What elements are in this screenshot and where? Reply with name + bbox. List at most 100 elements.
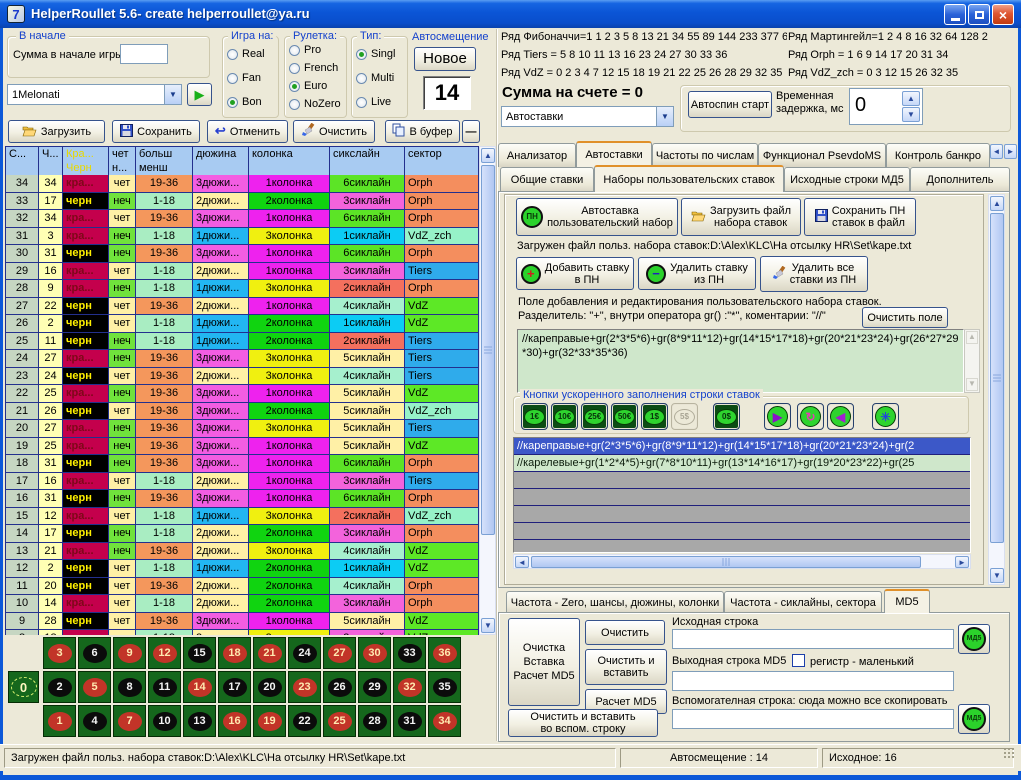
tab-3[interactable]: Частоты по числам <box>652 143 758 167</box>
table-cell[interactable]: черн <box>63 578 109 596</box>
table-cell[interactable]: Tiers <box>405 333 479 351</box>
table-cell[interactable]: чет <box>109 315 136 333</box>
table-cell[interactable]: VdZ_zch <box>405 508 479 526</box>
table-cell[interactable]: 1-18 <box>136 560 193 578</box>
table-cell[interactable]: 34 <box>6 175 39 193</box>
table-cell[interactable]: Orph <box>405 193 479 211</box>
money-button-1$[interactable]: 1$ <box>641 403 668 430</box>
resize-grip[interactable] <box>1003 747 1015 759</box>
table-cell[interactable]: 2 <box>39 315 63 333</box>
table-cell[interactable]: 4сиклайн <box>330 298 405 316</box>
table-cell[interactable]: 34 <box>39 210 63 228</box>
table-cell[interactable]: 1дюжи... <box>193 228 249 246</box>
table-cell[interactable]: кра... <box>63 595 109 613</box>
table-cell[interactable]: 2дюжи... <box>193 543 249 561</box>
table-cell[interactable]: 3сиклайн <box>330 595 405 613</box>
table-cell[interactable]: Orph <box>405 455 479 473</box>
toolbar-button-4[interactable]: Очистить <box>293 120 375 143</box>
save-set-file-button[interactable]: Сохранить ПНставок в файл <box>804 198 916 236</box>
table-cell[interactable]: 2дюжи... <box>193 368 249 386</box>
money-button-25€[interactable]: 25€ <box>581 403 608 430</box>
table-cell[interactable]: 12 <box>39 508 63 526</box>
roulette-number-cell[interactable]: 33 <box>393 637 426 669</box>
table-cell[interactable]: 1дюжи... <box>193 333 249 351</box>
table-cell[interactable]: 3дюжи... <box>193 455 249 473</box>
column-header[interactable] <box>6 161 39 175</box>
table-cell[interactable]: 3дюжи... <box>193 403 249 421</box>
calc-md5-aux-icon-button[interactable]: МД5 <box>958 704 990 734</box>
table-cell[interactable]: 25 <box>6 333 39 351</box>
tab-4[interactable]: Функционал PsevdoMS <box>758 143 886 167</box>
table-cell[interactable]: черн <box>63 490 109 508</box>
table-cell[interactable]: 5сиклайн <box>330 438 405 456</box>
table-cell[interactable]: неч <box>109 333 136 351</box>
calc-md5-icon-button[interactable]: МД5 <box>958 624 990 654</box>
table-cell[interactable]: кра... <box>63 473 109 491</box>
table-cell[interactable]: 3 <box>39 228 63 246</box>
table-cell[interactable]: чет <box>109 403 136 421</box>
roulette-number-cell[interactable]: 18 <box>218 637 251 669</box>
table-cell[interactable]: VdZ <box>405 385 479 403</box>
roulette-number-cell[interactable]: 17 <box>218 671 251 703</box>
table-cell[interactable]: 27 <box>6 298 39 316</box>
run-preset-button[interactable]: ▶ <box>187 83 212 106</box>
table-cell[interactable]: 1дюжи... <box>193 508 249 526</box>
table-cell[interactable]: 15 <box>6 508 39 526</box>
table-cell[interactable]: 27 <box>39 350 63 368</box>
table-cell[interactable]: черн <box>63 613 109 631</box>
table-cell[interactable]: кра... <box>63 228 109 246</box>
table-cell[interactable]: 3сиклайн <box>330 193 405 211</box>
tab-1[interactable]: Анализатор <box>498 143 576 167</box>
table-cell[interactable]: 1-18 <box>136 280 193 298</box>
clear-paste-aux-button[interactable]: Очистить и вставитьво вспом. строку <box>508 709 658 737</box>
table-cell[interactable]: кра... <box>63 263 109 281</box>
roulette-number-cell[interactable]: 19 <box>253 705 286 737</box>
sets-panel-scrollbar[interactable]: ▲ ▼ <box>988 194 1005 585</box>
table-cell[interactable]: 10 <box>6 595 39 613</box>
table-cell[interactable]: 31 <box>39 245 63 263</box>
table-cell[interactable]: 19-36 <box>136 385 193 403</box>
delay-spinner[interactable]: 0 ▲ ▼ <box>849 88 923 125</box>
table-cell[interactable]: 3колонка <box>249 543 330 561</box>
edit-area-scrollbar[interactable]: ▲ ▼ <box>964 329 980 393</box>
quick-action-refresh[interactable]: ↻ <box>797 403 824 430</box>
money-button-10€[interactable]: 10€ <box>551 403 578 430</box>
table-cell[interactable]: 13 <box>6 543 39 561</box>
roulette-number-cell[interactable]: 31 <box>393 705 426 737</box>
roulette-number-cell[interactable]: 36 <box>428 637 461 669</box>
bet-list-empty-row[interactable] <box>514 506 970 523</box>
table-cell[interactable]: Orph <box>405 490 479 508</box>
scroll-up-icon[interactable]: ▲ <box>481 148 495 163</box>
table-cell[interactable]: 1колонка <box>249 263 330 281</box>
money-button-50€[interactable]: 50€ <box>611 403 638 430</box>
table-cell[interactable]: кра... <box>63 438 109 456</box>
table-cell[interactable]: 4сиклайн <box>330 543 405 561</box>
table-cell[interactable]: 2дюжи... <box>193 630 249 635</box>
table-cell[interactable]: чет <box>109 613 136 631</box>
table-cell[interactable]: 1сиклайн <box>330 228 405 246</box>
table-cell[interactable]: 1колонка <box>249 245 330 263</box>
minimize-button[interactable] <box>944 4 966 25</box>
radio-option-NoZero[interactable]: NoZero <box>289 98 341 110</box>
table-cell[interactable]: 2дюжи... <box>193 578 249 596</box>
table-cell[interactable]: 32 <box>6 210 39 228</box>
column-header[interactable]: чет <box>109 147 136 161</box>
table-cell[interactable]: 21 <box>6 403 39 421</box>
table-cell[interactable]: 25 <box>39 438 63 456</box>
sets-scrollbar-thumb[interactable] <box>990 213 1004 543</box>
table-cell[interactable]: 16 <box>39 473 63 491</box>
table-cell[interactable]: 1-18 <box>136 333 193 351</box>
radio-option-Multi[interactable]: Multi <box>356 72 394 84</box>
roulette-number-cell[interactable]: 9 <box>113 637 146 669</box>
table-cell[interactable]: 11 <box>39 333 63 351</box>
table-cell[interactable]: 1колонка <box>249 613 330 631</box>
table-cell[interactable]: черн <box>63 333 109 351</box>
table-cell[interactable]: 2сиклайн <box>330 508 405 526</box>
table-cell[interactable]: 1-18 <box>136 508 193 526</box>
tab-1[interactable]: Частота - Zero, шансы, дюжины, колонки <box>506 591 724 613</box>
table-cell[interactable]: 3колонка <box>249 280 330 298</box>
roulette-number-cell[interactable]: 30 <box>358 637 391 669</box>
table-cell[interactable]: 25 <box>39 385 63 403</box>
table-cell[interactable]: 1сиклайн <box>330 560 405 578</box>
toolbar-button-5[interactable]: В буфер <box>385 120 460 143</box>
